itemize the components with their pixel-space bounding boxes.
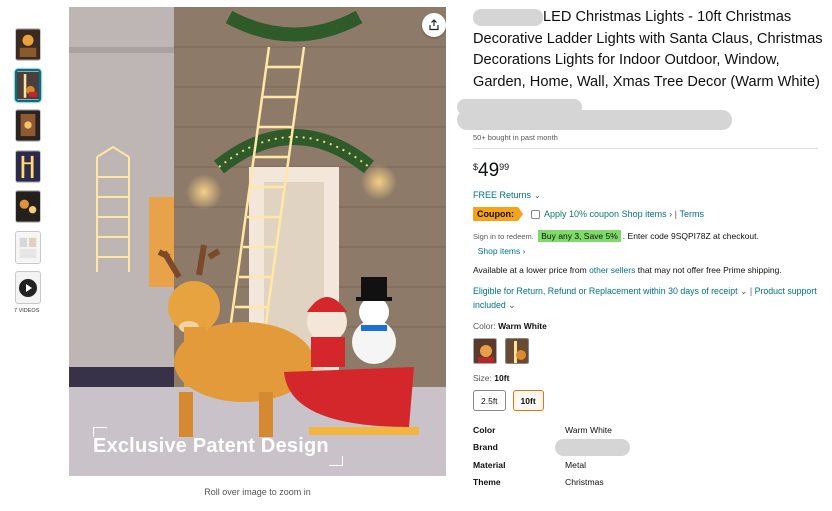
promo-row: Sign in to redeem. Buy any 3, Save 5%. E… — [473, 229, 823, 258]
promo-code-text: . Enter code 9SQPI78Z at checkout. — [622, 231, 759, 241]
share-button[interactable] — [422, 13, 446, 37]
coupon-separator: | — [674, 209, 677, 219]
price-currency: $ — [473, 162, 479, 172]
product-photo — [69, 7, 446, 476]
redacted-brand — [473, 8, 543, 26]
size-option-2-5ft[interactable]: 2.5ft — [473, 390, 506, 411]
eligibility-chevron-icon[interactable]: ⌄ — [740, 286, 747, 296]
price-whole: 49 — [478, 160, 500, 181]
video-thumbnail[interactable] — [15, 271, 41, 304]
thumbnail-strip: 7 VIDEOS — [14, 28, 43, 314]
product-title: LED Christmas Lights - 10ft Christmas De… — [473, 7, 823, 93]
price-fraction: 99 — [499, 162, 510, 172]
other-sellers-link[interactable]: other sellers — [589, 265, 635, 275]
spec-key: Color — [473, 424, 496, 435]
image-caption-text: Exclusive Patent Design — [93, 435, 329, 457]
sign-in-text[interactable]: Sign in to redeem. — [473, 232, 534, 241]
image-caption: Exclusive Patent Design — [85, 427, 343, 466]
spec-table: Color Warm White Brand Material Metal Them… — [473, 421, 823, 491]
eligibility-row: Eligible for Return, Refund or Replaceme… — [473, 284, 818, 312]
eligibility-separator: | — [749, 286, 753, 296]
coupon-shop-items-link[interactable]: Shop items › — [622, 209, 673, 219]
size-label-value: 10ft — [494, 373, 510, 383]
color-label: Color: Warm White — [473, 321, 823, 331]
thumbnail-1[interactable] — [15, 28, 41, 61]
color-label-value: Warm White — [498, 321, 547, 331]
lower-price-after: that may not offer free Prime shipping. — [635, 265, 782, 275]
color-swatch-1[interactable] — [473, 338, 497, 364]
eligibility-link[interactable]: Eligible for Return, Refund or Replaceme… — [473, 286, 738, 296]
spec-value: Christmas — [565, 477, 604, 488]
lower-price-notice: Available at a lower price from other se… — [473, 264, 803, 277]
caption-corner-bottom-right — [328, 456, 343, 466]
redacted-brand-value — [555, 438, 630, 456]
color-label-key: Color: — [473, 321, 496, 331]
coupon-badge: Coupon: — [473, 207, 523, 221]
thumbnail-4[interactable] — [15, 149, 41, 183]
size-label: Size: 10ft — [473, 373, 823, 383]
zoom-hint: Roll over image to zoom in — [204, 487, 311, 497]
spec-key: Material — [473, 459, 506, 470]
thumbnail-3[interactable] — [15, 109, 41, 142]
color-swatch-2[interactable] — [505, 338, 529, 364]
share-icon — [429, 19, 439, 31]
product-details: LED Christmas Lights - 10ft Christmas De… — [457, 7, 823, 491]
videos-count-label: 7 VIDEOS — [14, 307, 40, 314]
spec-row: Brand — [473, 438, 823, 457]
support-chevron-icon[interactable]: ⌄ — [508, 300, 515, 310]
lower-price-before: Available at a lower price from — [473, 265, 590, 275]
play-icon — [19, 278, 37, 297]
coupon-terms-link[interactable]: Terms — [679, 209, 704, 219]
promo-shop-items-link[interactable]: Shop items › — [478, 246, 526, 256]
coupon-checkbox[interactable] — [530, 209, 540, 219]
spec-key: Theme — [473, 477, 501, 488]
apply-coupon-label[interactable]: Apply 10% coupon — [544, 209, 619, 219]
promo-badge: Buy any 3, Save 5% — [538, 230, 621, 242]
divider — [473, 148, 818, 149]
free-returns-link[interactable]: FREE Returns ⌄ — [473, 190, 823, 200]
thumbnail-6[interactable] — [15, 230, 41, 264]
color-swatches — [473, 338, 823, 364]
size-label-key: Size: — [473, 373, 492, 383]
price: $4999 — [473, 160, 823, 184]
size-options: 2.5ft 10ft — [473, 390, 823, 411]
spec-value: Metal — [565, 459, 587, 470]
spec-row: Material Metal — [473, 456, 823, 474]
caption-corner-top-left — [93, 427, 107, 437]
coupon-row: Coupon: Apply 10% coupon Shop items › | … — [473, 207, 823, 221]
spec-row: Theme Christmas — [473, 474, 823, 492]
thumbnail-2[interactable] — [15, 68, 41, 102]
spec-value: Warm White — [565, 424, 612, 435]
rating-row-redacted — [457, 99, 823, 130]
size-option-10ft[interactable]: 10ft — [512, 390, 544, 411]
free-returns-text: FREE Returns — [473, 190, 532, 200]
bought-count: 50+ bought in past month — [473, 133, 558, 142]
spec-row: Color Warm White — [473, 421, 823, 439]
chevron-down-icon: ⌄ — [534, 191, 541, 200]
spec-key: Brand — [473, 442, 498, 453]
main-product-image[interactable]: Exclusive Patent Design — [69, 7, 446, 476]
thumbnail-5[interactable] — [15, 190, 41, 223]
